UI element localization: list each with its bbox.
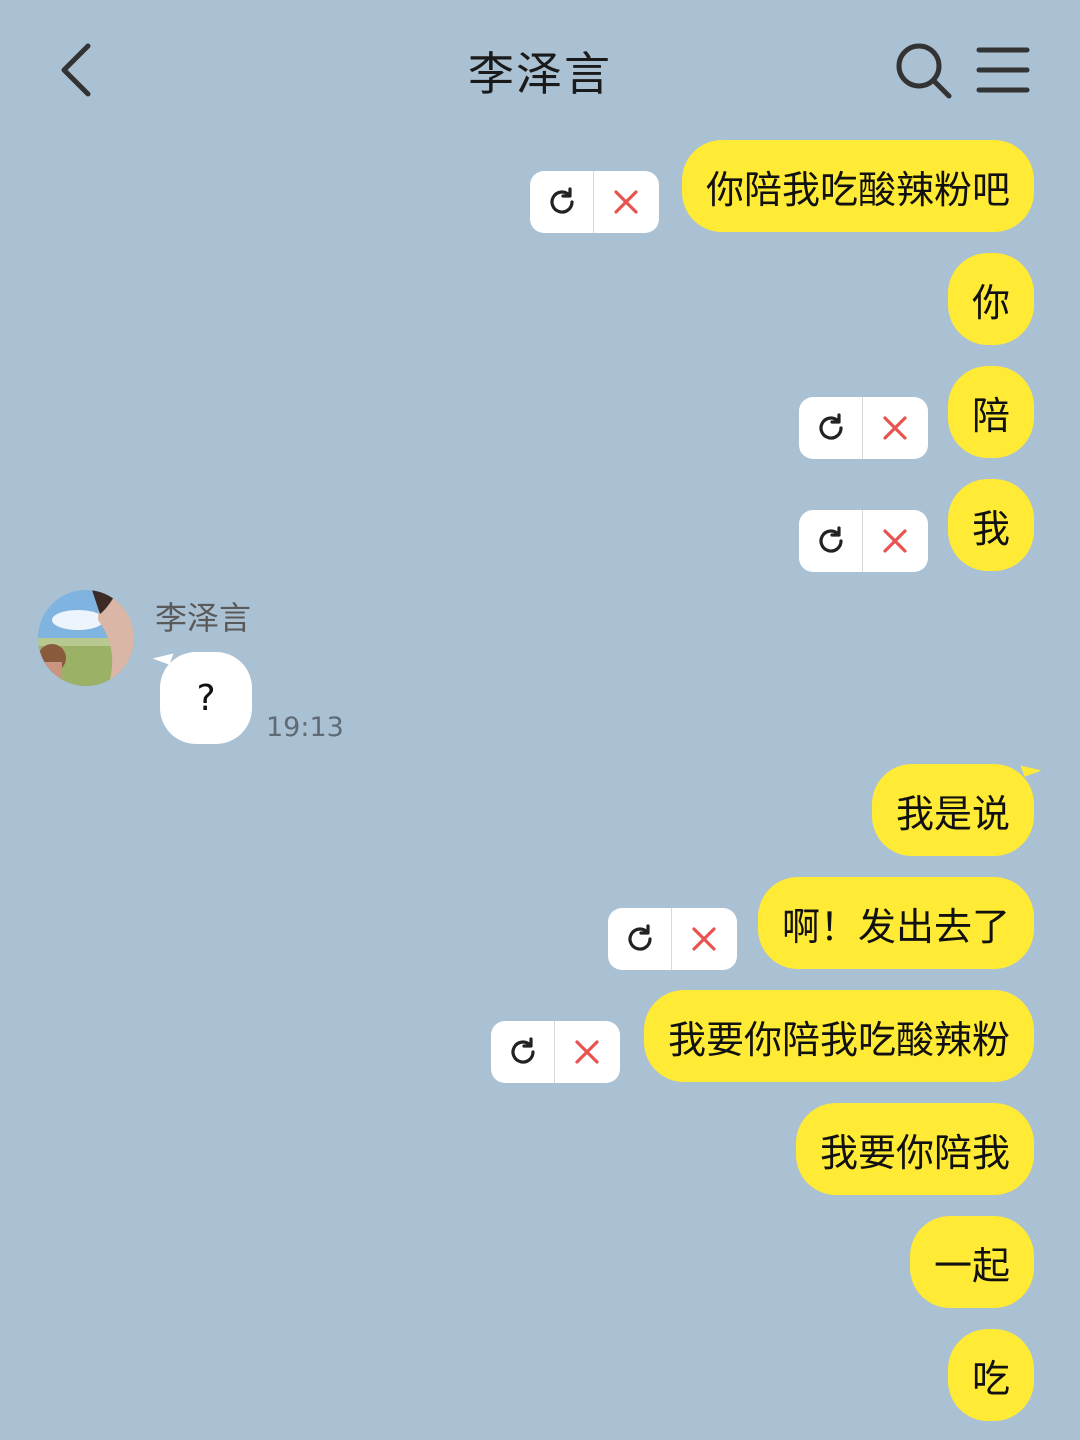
my-message-bubble[interactable]: 我	[947, 479, 1034, 571]
message-row: 我	[947, 479, 1034, 571]
failed-message-actions	[799, 397, 928, 459]
search-button[interactable]	[893, 40, 953, 100]
message-row: 你	[947, 253, 1034, 345]
message-row: 你陪我吃酸辣粉吧	[681, 140, 1034, 232]
message-row: 吃	[947, 1329, 1034, 1421]
message-row: 啊！发出去了	[757, 877, 1034, 969]
my-message-bubble[interactable]: 一起	[909, 1216, 1034, 1308]
delete-message-button[interactable]	[863, 510, 927, 572]
my-message-bubble[interactable]: 吃	[947, 1329, 1034, 1421]
close-icon	[883, 416, 907, 440]
delete-message-button[interactable]	[555, 1021, 619, 1083]
message-row: 我是说	[871, 764, 1034, 856]
sender-name: 李泽言	[155, 599, 252, 637]
refresh-icon	[510, 1037, 535, 1064]
delete-message-button[interactable]	[672, 908, 736, 970]
close-icon	[883, 529, 907, 553]
close-icon	[575, 1040, 599, 1064]
resend-button[interactable]	[799, 510, 863, 572]
menu-button[interactable]	[975, 44, 1031, 96]
delete-message-button[interactable]	[863, 397, 927, 459]
chat-header: 李泽言	[0, 0, 1080, 140]
my-message-bubble[interactable]: 你	[947, 253, 1034, 345]
resend-button[interactable]	[491, 1021, 555, 1083]
contact-avatar[interactable]	[38, 590, 134, 686]
message-row: 我要你陪我吃酸辣粉	[643, 990, 1034, 1082]
their-message-bubble[interactable]: ?	[160, 652, 252, 744]
message-row: 我要你陪我	[795, 1103, 1034, 1195]
resend-button[interactable]	[799, 397, 863, 459]
my-message-bubble[interactable]: 我要你陪我	[795, 1103, 1034, 1195]
refresh-icon	[627, 924, 652, 951]
search-icon	[896, 43, 952, 99]
refresh-icon	[549, 187, 574, 214]
failed-message-actions	[530, 171, 659, 233]
message-row: 一起	[909, 1216, 1034, 1308]
resend-button[interactable]	[530, 171, 594, 233]
hamburger-menu-icon	[976, 47, 1030, 93]
failed-message-actions	[491, 1021, 620, 1083]
failed-message-actions	[608, 908, 737, 970]
message-row: 陪	[947, 366, 1034, 458]
avatar-image	[38, 590, 134, 686]
my-message-bubble[interactable]: 啊！发出去了	[757, 877, 1034, 969]
refresh-icon	[818, 526, 843, 553]
close-icon	[614, 190, 638, 214]
refresh-icon	[818, 413, 843, 440]
message-timestamp: 19:13	[266, 712, 344, 743]
resend-button[interactable]	[608, 908, 672, 970]
my-message-bubble[interactable]: 陪	[947, 366, 1034, 458]
my-message-bubble[interactable]: 你陪我吃酸辣粉吧	[681, 140, 1034, 232]
failed-message-actions	[799, 510, 928, 572]
my-message-bubble[interactable]: 我是说	[871, 764, 1034, 856]
close-icon	[692, 927, 716, 951]
delete-message-button[interactable]	[594, 171, 658, 233]
my-message-bubble[interactable]: 我要你陪我吃酸辣粉	[643, 990, 1034, 1082]
